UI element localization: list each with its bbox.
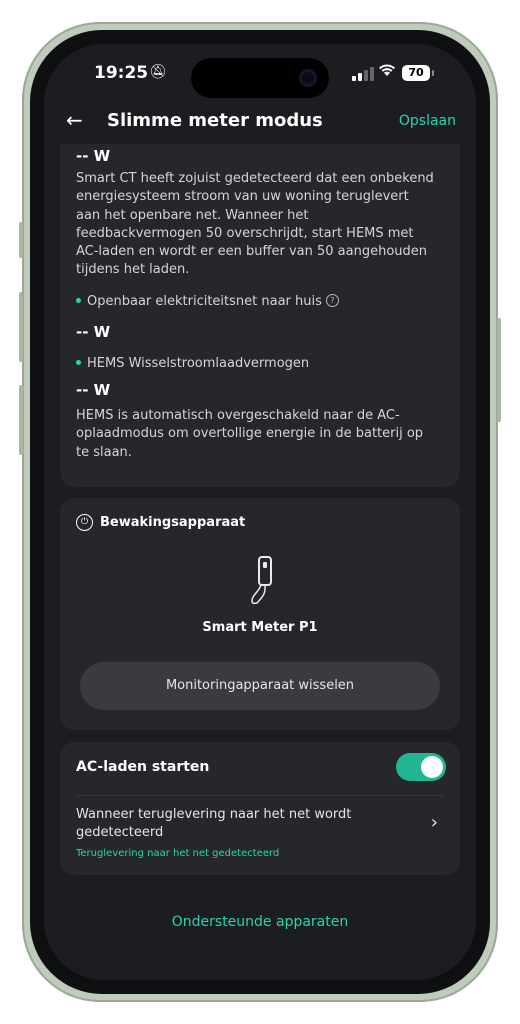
hems-power-value: -- W <box>76 381 111 399</box>
save-button[interactable]: Opslaan <box>399 113 456 129</box>
page-title: Slimme meter modus <box>107 110 323 131</box>
wifi-icon <box>378 63 396 81</box>
plug-icon: ⏻ <box>76 514 93 531</box>
hems-description: HEMS is automatisch overgeschakeld naar … <box>76 408 424 460</box>
hems-ac-power-text: HEMS Wisselstroomlaadvermogen <box>87 356 310 371</box>
battery-tip <box>432 70 434 76</box>
help-icon[interactable]: ? <box>325 294 339 307</box>
battery-indicator: 70 <box>402 65 430 81</box>
detection-description: Smart CT heeft zojuist gedetecteerd dat … <box>76 171 434 278</box>
side-button-volume-down <box>19 385 23 455</box>
side-button-volume-up <box>19 292 23 362</box>
signal-icon <box>352 67 374 81</box>
ac-charging-title: AC-laden starten <box>76 759 210 775</box>
toggle-knob <box>421 756 443 778</box>
hems-ac-power-label: HEMS Wisselstroomlaadvermogen <box>76 356 309 371</box>
grid-power-value: -- W <box>76 323 111 341</box>
bell-slash-icon: 🔕︎ <box>149 64 167 80</box>
side-button-action <box>19 222 23 258</box>
divider <box>76 795 444 796</box>
power-value: -- W <box>76 147 111 165</box>
screen: 19:25 🔕︎ 70 -- W Smart CT heeft zojuist … <box>44 44 476 980</box>
dynamic-island <box>191 58 329 98</box>
status-time: 19:25 <box>94 63 149 83</box>
side-button-power <box>497 318 501 422</box>
switch-monitor-button[interactable]: Monitoringapparaat wisselen <box>80 662 440 710</box>
monitor-device-card: ⏻ Bewakingsapparaat Smart Meter P1 Monit… <box>60 498 460 730</box>
trigger-status: Teruglevering naar het net gedetecteerd <box>76 848 280 859</box>
device-name: Smart Meter P1 <box>202 620 318 635</box>
supported-devices-link[interactable]: Ondersteunde apparaten <box>44 914 476 930</box>
bullet-dot <box>76 298 81 303</box>
grid-to-home-text: Openbaar elektriciteitsnet naar huis <box>87 294 322 309</box>
app-header: ← Slimme meter modus Opslaan <box>44 104 476 144</box>
energy-flow-card: -- W Smart CT heeft zojuist gedetecteerd… <box>60 104 460 487</box>
grid-to-home-label: Openbaar elektriciteitsnet naar huis? <box>76 294 339 309</box>
trigger-condition-label[interactable]: Wanneer teruglevering naar het net wordt… <box>76 806 396 842</box>
smart-meter-icon <box>244 555 284 605</box>
ac-charging-card: AC-laden starten Wanneer teruglevering n… <box>60 742 460 875</box>
chevron-right-icon[interactable]: › <box>431 812 438 833</box>
status-bar: 19:25 🔕︎ 70 <box>44 44 476 104</box>
ac-charging-toggle[interactable] <box>396 753 446 781</box>
camera-icon <box>299 69 317 87</box>
arrow-left-icon[interactable]: ← <box>66 108 83 132</box>
bullet-dot <box>76 360 81 365</box>
monitor-title: Bewakingsapparaat <box>100 515 246 530</box>
